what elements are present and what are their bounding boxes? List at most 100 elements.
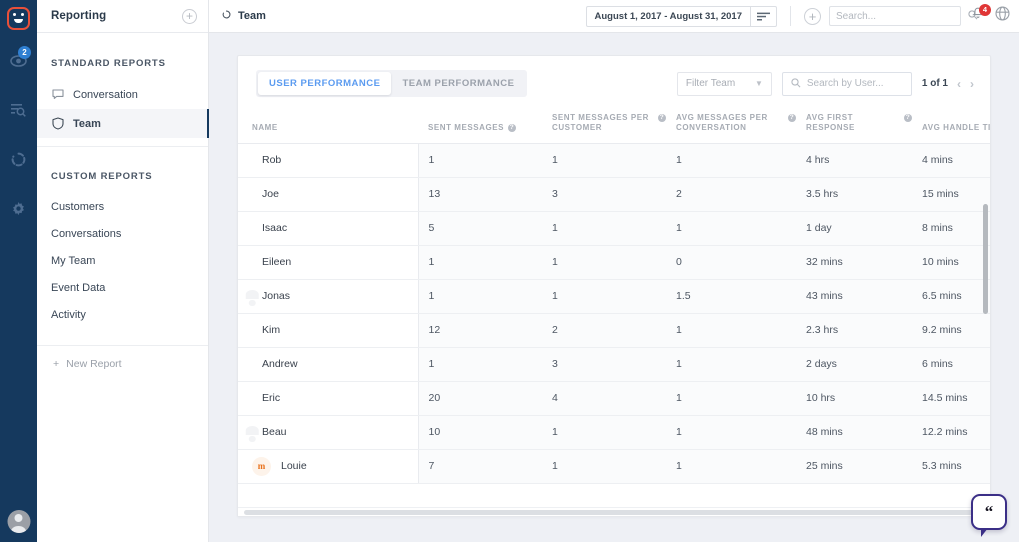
help-icon[interactable]: ? <box>658 113 666 122</box>
prev-page-button[interactable]: ‹ <box>957 77 961 91</box>
cell-avg-per-conversation: 1 <box>666 313 796 348</box>
cell-sent-per-customer: 2 <box>542 313 666 348</box>
cell-sent-messages: 20 <box>418 381 542 416</box>
reporting-sidebar: Reporting + STANDARD REPORTS Conversatio… <box>37 0 209 542</box>
sidebar-item-team[interactable]: Team <box>37 109 209 138</box>
tab-team-performance[interactable]: TEAM PERFORMANCE <box>391 72 525 95</box>
cell-avg-first-response: 43 mins <box>796 279 912 314</box>
cell-sent-messages: 7 <box>418 449 542 484</box>
col-name[interactable]: NAME <box>238 109 418 144</box>
sidebar-item-customers[interactable]: Customers <box>37 193 208 220</box>
table-row[interactable]: Andrew 1 3 1 2 days 6 mins <box>238 347 990 382</box>
user-avatar[interactable] <box>7 510 30 533</box>
refresh-icon <box>222 10 231 22</box>
cell-sent-per-customer: 3 <box>542 347 666 382</box>
sidebar-header: Reporting + <box>37 0 208 33</box>
sidebar-item-my-team[interactable]: My Team <box>37 247 208 274</box>
add-button[interactable]: + <box>804 7 821 25</box>
notifications-button[interactable]: 4 <box>969 4 991 25</box>
sidebar-item-conversations[interactable]: Conversations <box>37 220 208 247</box>
user-search[interactable] <box>781 71 939 96</box>
cell-sent-per-customer: 4 <box>542 381 666 416</box>
horizontal-scrollbar[interactable] <box>238 507 990 516</box>
cell-avg-per-conversation: 1 <box>666 211 796 246</box>
table-row[interactable]: Eric 20 4 1 10 hrs 14.5 mins <box>238 381 990 416</box>
table-row[interactable]: Joe 13 3 2 3.5 hrs 15 mins <box>238 177 990 212</box>
cell-avg-first-response: 32 mins <box>796 245 912 280</box>
table-scroll-region[interactable]: NAME SENT MESSAGES? SENT MESSAGES PER CU… <box>238 109 990 507</box>
help-chat-button[interactable]: “ <box>971 494 1007 537</box>
user-name: Beau <box>262 426 287 438</box>
add-report-button[interactable]: + <box>182 8 197 24</box>
cell-avg-handle-time: 8 mins <box>912 211 990 246</box>
table-container: NAME SENT MESSAGES? SENT MESSAGES PER CU… <box>238 109 990 516</box>
content-area: USER PERFORMANCE TEAM PERFORMANCE Filter… <box>209 33 1019 542</box>
cell-avg-first-response: 4 hrs <box>796 143 912 178</box>
sidebar-item-label: Activity <box>51 308 86 321</box>
table-row[interactable]: Isaac 5 1 1 1 day 8 mins <box>238 211 990 246</box>
sidebar-item-label: Conversation <box>73 88 138 101</box>
sidebar-item-label: Conversations <box>51 227 122 240</box>
search-list-icon[interactable] <box>0 92 37 126</box>
col-sent-messages[interactable]: SENT MESSAGES? <box>418 109 542 144</box>
table-row[interactable]: m Louie 7 1 1 25 mins 5.3 mins <box>238 449 990 484</box>
cell-sent-messages: 1 <box>418 347 542 382</box>
help-globe-icon[interactable] <box>995 6 1010 26</box>
table-row[interactable]: Eileen 1 1 0 32 mins 10 mins <box>238 245 990 280</box>
cell-avg-first-response: 2.3 hrs <box>796 313 912 348</box>
tab-user-performance[interactable]: USER PERFORMANCE <box>258 72 392 95</box>
inbox-badge: 2 <box>18 46 31 59</box>
sidebar-item-label: My Team <box>51 254 96 267</box>
cell-sent-messages: 1 <box>418 143 542 178</box>
reports-icon[interactable] <box>0 142 37 176</box>
cell-sent-messages: 10 <box>418 415 542 450</box>
table-row[interactable]: Beau 10 1 1 48 mins 12.2 mins <box>238 415 990 450</box>
col-sent-messages-per-customer[interactable]: SENT MESSAGES PER CUSTOMER? <box>542 109 666 144</box>
next-page-button[interactable]: › <box>970 77 974 91</box>
help-icon[interactable]: ? <box>788 113 796 122</box>
col-avg-messages-per-conversation[interactable]: AVG MESSAGES PER CONVERSATION? <box>666 109 796 144</box>
settings-gear-icon[interactable] <box>0 192 37 226</box>
plus-icon: + <box>53 358 60 370</box>
cell-avg-per-conversation: 1 <box>666 449 796 484</box>
col-avg-first-response[interactable]: AVG FIRST RESPONSE? <box>796 109 912 144</box>
cell-avg-handle-time: 6.5 mins <box>912 279 990 314</box>
custom-reports-section: CUSTOM REPORTS Customers Conversations M… <box>37 147 208 328</box>
sidebar-item-conversation[interactable]: Conversation <box>37 80 208 109</box>
table-head: NAME SENT MESSAGES? SENT MESSAGES PER CU… <box>238 109 990 144</box>
help-icon[interactable]: ? <box>508 124 517 133</box>
sidebar-item-event-data[interactable]: Event Data <box>37 274 208 301</box>
cell-avg-handle-time: 4 mins <box>912 143 990 178</box>
cell-name: Eileen <box>238 245 419 280</box>
cell-avg-first-response: 1 day <box>796 211 912 246</box>
cell-sent-messages: 1 <box>418 279 542 314</box>
date-range-label: August 1, 2017 - August 31, 2017 <box>594 10 742 22</box>
cell-name: Rob <box>238 143 419 178</box>
cell-sent-messages: 12 <box>418 313 542 348</box>
cell-avg-first-response: 3.5 hrs <box>796 177 912 212</box>
search-input[interactable] <box>836 10 968 22</box>
app-logo[interactable] <box>7 7 30 30</box>
user-search-input[interactable] <box>806 78 939 89</box>
table-row[interactable]: Kim 12 2 1 2.3 hrs 9.2 mins <box>238 313 990 348</box>
table-row[interactable]: Jonas 1 1 1.5 43 mins 6.5 mins <box>238 279 990 314</box>
vertical-scrollbar[interactable] <box>983 109 988 516</box>
horizontal-scrollbar-thumb[interactable] <box>244 510 984 515</box>
topbar-divider <box>790 6 791 26</box>
cell-avg-per-conversation: 0 <box>666 245 796 280</box>
col-avg-handle-time[interactable]: AVG HANDLE TIME? <box>912 109 990 144</box>
date-range-picker[interactable]: August 1, 2017 - August 31, 2017 <box>585 5 777 27</box>
table-header-row: NAME SENT MESSAGES? SENT MESSAGES PER CU… <box>238 109 990 144</box>
avatar-wrap: m <box>252 456 271 476</box>
sidebar-item-activity[interactable]: Activity <box>37 301 208 328</box>
chat-bubble-icon <box>51 88 64 101</box>
table-row[interactable]: Rob 1 1 1 4 hrs 4 mins <box>238 143 990 178</box>
inbox-icon[interactable]: 2 <box>0 44 37 78</box>
vertical-scrollbar-thumb[interactable] <box>983 204 988 314</box>
panel-toolbar: USER PERFORMANCE TEAM PERFORMANCE Filter… <box>238 56 990 109</box>
help-icon[interactable]: ? <box>904 113 912 122</box>
sort-icon[interactable] <box>750 6 776 26</box>
global-search[interactable] <box>829 6 978 26</box>
filter-team-select[interactable]: Filter Team ▼ <box>676 71 772 96</box>
new-report-button[interactable]: + New Report <box>37 358 208 370</box>
